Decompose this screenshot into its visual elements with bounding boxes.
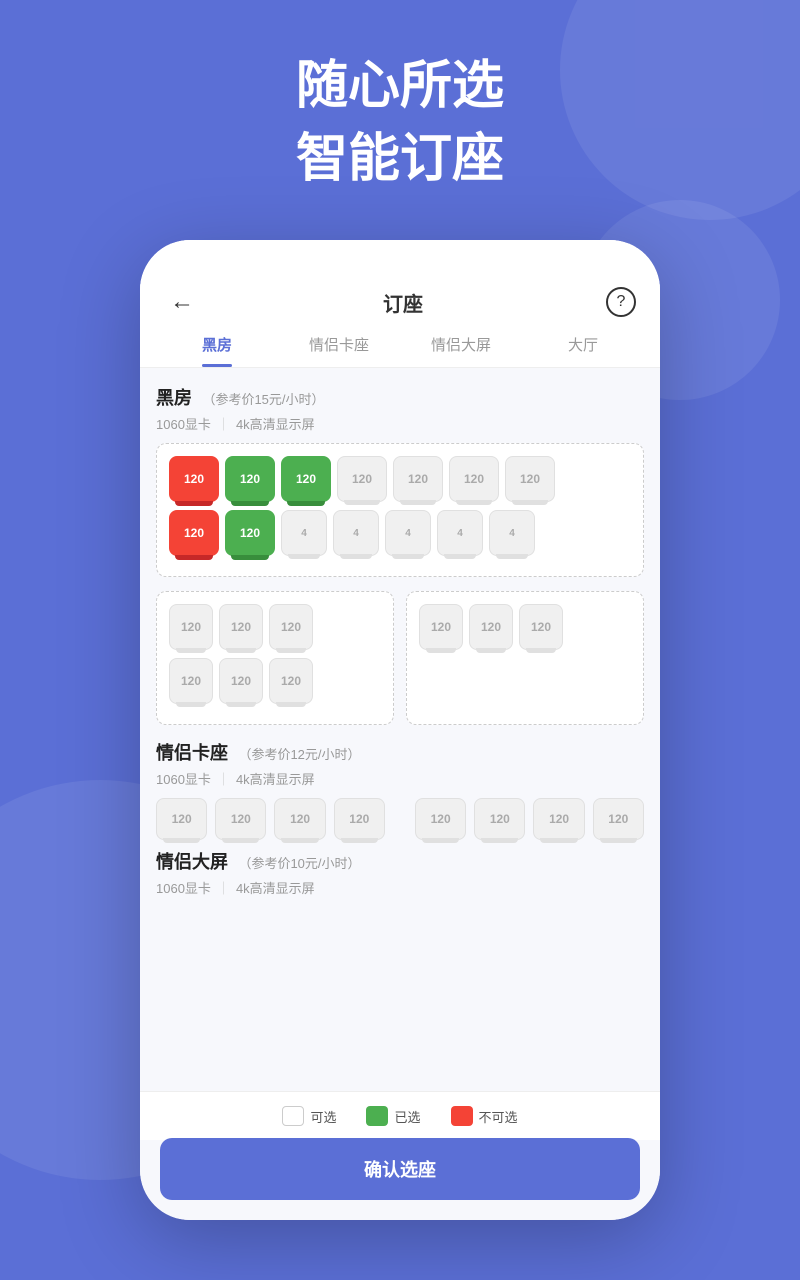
seat-2-3[interactable]: 4 — [281, 510, 327, 556]
tab-bar: 黑房 情侣卡座 情侣大屏 大厅 — [140, 320, 660, 368]
seat-2-7[interactable]: 4 — [489, 510, 535, 556]
seat-2-5[interactable]: 4 — [385, 510, 431, 556]
phone-screen: ← 订座 ? 黑房 情侣卡座 情侣大屏 大厅 黑房 （参考价15元/小时） 10… — [140, 240, 660, 1220]
seat-2-1[interactable]: 120 — [169, 510, 219, 556]
couple-seat-1[interactable]: 120 — [156, 798, 207, 840]
heifang-right-area: 120 120 120 — [406, 591, 644, 725]
seat-1-3[interactable]: 120 — [281, 456, 331, 502]
page-title: 订座 — [383, 288, 423, 317]
legend-selected: 已选 — [366, 1106, 420, 1126]
heifang-top-seat-area: 120 120 120 120 120 120 120 120 120 4 4 … — [156, 443, 644, 577]
confirm-button[interactable]: 确认选座 — [160, 1138, 640, 1200]
couple-card-title: 情侣卡座 — [156, 743, 228, 763]
couple-card-specs: 1060显卡｜4k高清显示屏 — [156, 769, 644, 788]
couple-card-price: （参考价12元/小时） — [238, 747, 360, 762]
couple-seat-3[interactable]: 120 — [274, 798, 325, 840]
seat-row-2: 120 120 4 4 4 4 4 — [169, 510, 631, 556]
hero-line2: 智能订座 — [0, 123, 800, 196]
heifang-bottom-seat-areas: 120 120 120 120 120 120 120 120 120 — [156, 591, 644, 725]
couple-card-section-header: 情侣卡座 （参考价12元/小时） 1060显卡｜4k高清显示屏 — [156, 739, 644, 788]
seat-5-1[interactable]: 120 — [419, 604, 463, 650]
seat-1-7[interactable]: 120 — [505, 456, 555, 502]
couple-seat-5[interactable]: 120 — [415, 798, 466, 840]
tab-heifang[interactable]: 黑房 — [156, 320, 278, 367]
phone-notch — [340, 240, 460, 268]
legend-occupied: 不可选 — [451, 1106, 518, 1126]
seat-5-2[interactable]: 120 — [469, 604, 513, 650]
couple-seat-4[interactable]: 120 — [334, 798, 385, 840]
couple-screen-specs: 1060显卡｜4k高清显示屏 — [156, 878, 644, 897]
seat-3-1[interactable]: 120 — [169, 604, 213, 650]
couple-seat-2[interactable]: 120 — [215, 798, 266, 840]
heifang-left-area: 120 120 120 120 120 120 — [156, 591, 394, 725]
seat-1-6[interactable]: 120 — [449, 456, 499, 502]
legend-bar: 可选 已选 不可选 — [140, 1091, 660, 1140]
heifang-specs: 1060显卡｜4k高清显示屏 — [156, 414, 644, 433]
hero-line1: 随心所选 — [0, 50, 800, 123]
help-button[interactable]: ? — [606, 287, 636, 317]
legend-occupied-box — [451, 1106, 473, 1126]
legend-selected-box — [366, 1106, 388, 1126]
seat-5-3[interactable]: 120 — [519, 604, 563, 650]
heifang-price: （参考价15元/小时） — [202, 392, 324, 407]
main-content: 黑房 （参考价15元/小时） 1060显卡｜4k高清显示屏 120 120 12… — [140, 368, 660, 1043]
legend-selected-label: 已选 — [394, 1107, 420, 1126]
seat-4-3[interactable]: 120 — [269, 658, 313, 704]
seat-3-2[interactable]: 120 — [219, 604, 263, 650]
legend-available: 可选 — [282, 1106, 336, 1126]
couple-seat-7[interactable]: 120 — [533, 798, 584, 840]
tab-couple-screen[interactable]: 情侣大屏 — [400, 320, 522, 367]
seat-2-6[interactable]: 4 — [437, 510, 483, 556]
couple-card-seats: 120 120 120 120 120 120 120 120 — [156, 798, 644, 840]
seat-row-5: 120 120 120 — [419, 604, 631, 650]
hero-text: 随心所选 智能订座 — [0, 50, 800, 196]
back-button[interactable]: ← — [164, 288, 200, 316]
legend-available-box — [282, 1106, 304, 1126]
seat-row-3: 120 120 120 — [169, 604, 381, 650]
couple-screen-price: （参考价10元/小时） — [238, 856, 360, 871]
couple-seat-6[interactable]: 120 — [474, 798, 525, 840]
seat-4-1[interactable]: 120 — [169, 658, 213, 704]
couple-seat-8[interactable]: 120 — [593, 798, 644, 840]
phone-mockup: ← 订座 ? 黑房 情侣卡座 情侣大屏 大厅 黑房 （参考价15元/小时） 10… — [140, 240, 660, 1220]
seat-row-4: 120 120 120 — [169, 658, 381, 704]
heifang-title: 黑房 — [156, 388, 192, 408]
seat-row-1: 120 120 120 120 120 120 120 — [169, 456, 631, 502]
seat-3-3[interactable]: 120 — [269, 604, 313, 650]
seat-1-1[interactable]: 120 — [169, 456, 219, 502]
seat-2-2[interactable]: 120 — [225, 510, 275, 556]
seat-1-5[interactable]: 120 — [393, 456, 443, 502]
couple-screen-title: 情侣大屏 — [156, 852, 228, 872]
seat-2-4[interactable]: 4 — [333, 510, 379, 556]
legend-occupied-label: 不可选 — [479, 1107, 518, 1126]
seat-1-4[interactable]: 120 — [337, 456, 387, 502]
couple-screen-section-header: 情侣大屏 （参考价10元/小时） 1060显卡｜4k高清显示屏 — [156, 848, 644, 897]
tab-couple-card[interactable]: 情侣卡座 — [278, 320, 400, 367]
seat-4-2[interactable]: 120 — [219, 658, 263, 704]
heifang-section-header: 黑房 （参考价15元/小时） 1060显卡｜4k高清显示屏 — [156, 384, 644, 433]
seat-1-2[interactable]: 120 — [225, 456, 275, 502]
tab-hall[interactable]: 大厅 — [522, 320, 644, 367]
legend-available-label: 可选 — [310, 1107, 336, 1126]
